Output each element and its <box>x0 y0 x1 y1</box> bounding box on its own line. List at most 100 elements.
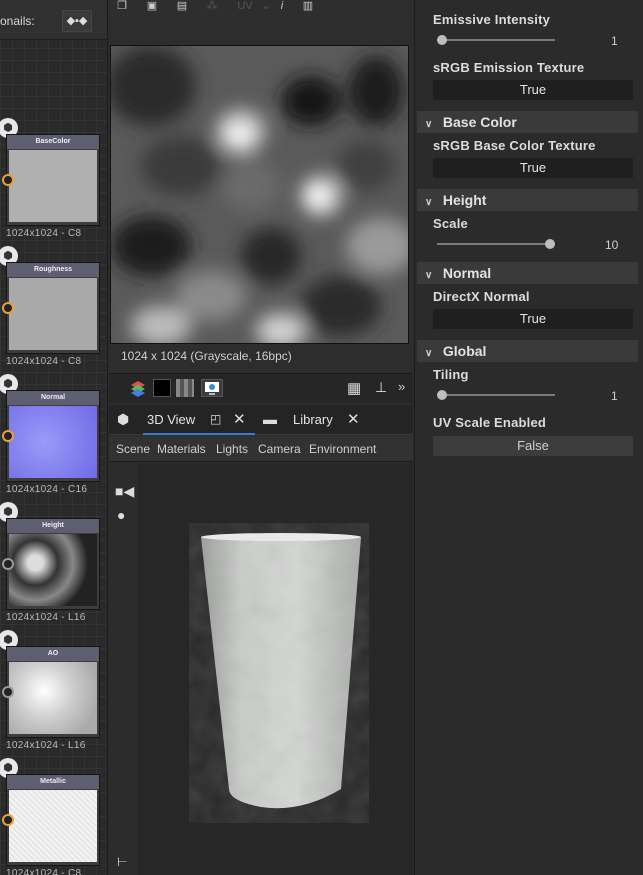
graph-node[interactable]: ⬢ AO 1024x1024 - L16 <box>0 630 107 758</box>
node-resolution: 1024x1024 - C16 <box>6 484 88 495</box>
node-resolution: 1024x1024 - L16 <box>6 612 86 623</box>
srgb-emission-label: sRGB Emission Texture <box>433 60 585 75</box>
menu-scene[interactable]: Scene <box>116 442 150 456</box>
emissive-intensity-slider[interactable] <box>437 35 555 45</box>
output-port[interactable] <box>2 686 14 698</box>
node-title: Metallic <box>7 775 99 789</box>
info-icon[interactable]: i <box>275 0 289 12</box>
scale-value[interactable]: 10 <box>605 238 618 252</box>
node-thumbnail <box>9 534 97 606</box>
slider-knob[interactable] <box>437 390 447 400</box>
channels-icon[interactable] <box>176 379 194 397</box>
height-map-preview <box>111 46 408 343</box>
menu-materials[interactable]: Materials <box>157 442 206 456</box>
chevron-down-icon: ∨ <box>425 348 433 359</box>
output-port[interactable] <box>2 558 14 570</box>
section-title: Height <box>442 192 487 208</box>
grid-icon[interactable]: ▦ <box>347 379 365 397</box>
view2d-toolbar: ❐ ▣ ▤ ⁂ UV ⌄ i ▥ <box>109 0 413 16</box>
output-port[interactable] <box>2 302 14 314</box>
tab-3d-view-label: 3D View <box>147 412 196 427</box>
uv-dropdown[interactable]: UV <box>233 0 257 12</box>
emissive-intensity-label: Emissive Intensity <box>433 12 551 27</box>
node-title: BaseColor <box>7 135 99 149</box>
cube-icon: ⬢ <box>117 411 130 427</box>
graph-node[interactable]: ⬢ Height 1024x1024 - L16 <box>0 502 107 630</box>
output-port[interactable] <box>2 430 14 442</box>
properties-panel: Emissive Intensity 1 sRGB Emission Textu… <box>414 0 643 875</box>
graph-node[interactable]: ⬢ BaseColor 1024x1024 - C8 <box>0 118 107 246</box>
black-background-icon[interactable] <box>153 379 171 397</box>
view2d-bottom-toolbar: ▦ ⊥ » <box>109 373 413 403</box>
graph-panel[interactable]: onails: ◆▪◆ ⬢ BaseColor 1024x1024 - C8 ⬢ Rou… <box>0 0 108 875</box>
node-card[interactable]: Normal <box>6 390 100 482</box>
node-card[interactable]: AO <box>6 646 100 738</box>
section-title: Base Color <box>442 114 517 130</box>
node-card[interactable]: Height <box>6 518 100 610</box>
tiling-label: Tiling <box>433 367 469 382</box>
close-icon[interactable]: ✕ <box>233 410 251 428</box>
view3d-viewport[interactable]: ■◀ ● ⊢ <box>109 463 413 875</box>
cylinder-mesh <box>201 533 361 809</box>
directx-normal-toggle[interactable]: True <box>433 309 633 329</box>
view3d-side-toolbar: ■◀ ● ⊢ <box>109 463 137 875</box>
slider-knob[interactable] <box>545 239 555 249</box>
node-card[interactable]: BaseColor <box>6 134 100 226</box>
section-normal-header[interactable]: ∨ Normal <box>417 262 638 284</box>
scale-label: Scale <box>433 216 468 231</box>
node-title: AO <box>7 647 99 661</box>
graph-node[interactable]: ⬢ Normal 1024x1024 - C16 <box>0 374 107 502</box>
directx-normal-label: DirectX Normal <box>433 289 530 304</box>
view2d-canvas[interactable] <box>110 45 409 344</box>
light-bulb-icon[interactable]: ● <box>117 507 135 525</box>
color-display-icon[interactable] <box>201 379 223 397</box>
histogram-icon[interactable]: ▥ <box>301 0 315 12</box>
node-resolution: 1024x1024 - C8 <box>6 228 82 239</box>
close-icon[interactable]: ✕ <box>347 410 365 428</box>
section-base-color-header[interactable]: ∨ Base Color <box>417 111 638 133</box>
link-icon[interactable]: ◆▪◆ <box>62 10 92 32</box>
uv-scale-enabled-toggle[interactable]: False <box>433 436 633 456</box>
section-title: Normal <box>442 265 492 281</box>
copy-icon[interactable]: ❐ <box>115 0 129 12</box>
chevron-down-icon: ∨ <box>425 270 433 281</box>
node-card[interactable]: Roughness <box>6 262 100 354</box>
srgb-emission-toggle[interactable]: True <box>433 80 633 100</box>
share-icon[interactable]: ⁂ <box>205 0 219 12</box>
scale-slider[interactable] <box>437 239 555 249</box>
tab-library-label: Library <box>293 412 333 427</box>
document-icon[interactable]: ▤ <box>175 0 189 12</box>
folder-icon: ▬ <box>263 411 277 427</box>
graph-node[interactable]: ⬢ Metallic 1024x1024 - C8 <box>0 758 107 875</box>
srgb-base-color-toggle[interactable]: True <box>433 158 633 178</box>
menu-camera[interactable]: Camera <box>258 442 301 456</box>
save-icon[interactable]: ▣ <box>145 0 159 12</box>
node-title: Height <box>7 519 99 533</box>
graph-node[interactable]: ⬢ Roughness 1024x1024 - C8 <box>0 246 107 374</box>
node-card[interactable]: Metallic <box>6 774 100 866</box>
maximize-icon[interactable]: ◰ <box>210 412 228 430</box>
layers-icon[interactable] <box>129 379 147 397</box>
section-global-header[interactable]: ∨ Global <box>417 340 638 362</box>
slider-knob[interactable] <box>437 35 447 45</box>
menu-environment[interactable]: Environment <box>309 442 376 456</box>
pin-icon[interactable]: ⊥ <box>375 379 393 397</box>
resolution-info: 1024 x 1024 (Grayscale, 16bpc) <box>121 349 292 363</box>
node-thumbnail <box>9 150 97 222</box>
section-height-header[interactable]: ∨ Height <box>417 189 638 211</box>
menu-lights[interactable]: Lights <box>216 442 248 456</box>
node-resolution: 1024x1024 - L16 <box>6 740 86 751</box>
center-panel: ❐ ▣ ▤ ⁂ UV ⌄ i ▥ 1024 x 1024 (Grayscale,… <box>109 0 413 875</box>
hierarchy-icon[interactable]: ⊢ <box>117 855 135 873</box>
camera-icon[interactable]: ■◀ <box>115 483 134 501</box>
tiling-value[interactable]: 1 <box>611 389 618 403</box>
tab-library[interactable]: Library <box>293 405 333 435</box>
emissive-intensity-value[interactable]: 1 <box>611 34 618 48</box>
view3d-tabbar: ⬢ 3D View ◰ ✕ ▬ Library ✕ <box>109 405 413 435</box>
chevron-down-icon[interactable]: ⌄ <box>259 0 273 12</box>
output-port[interactable] <box>2 174 14 186</box>
thumbnails-label: onails: <box>0 14 35 28</box>
tiling-slider[interactable] <box>437 390 555 400</box>
node-thumbnail <box>9 790 97 862</box>
output-port[interactable] <box>2 814 14 826</box>
